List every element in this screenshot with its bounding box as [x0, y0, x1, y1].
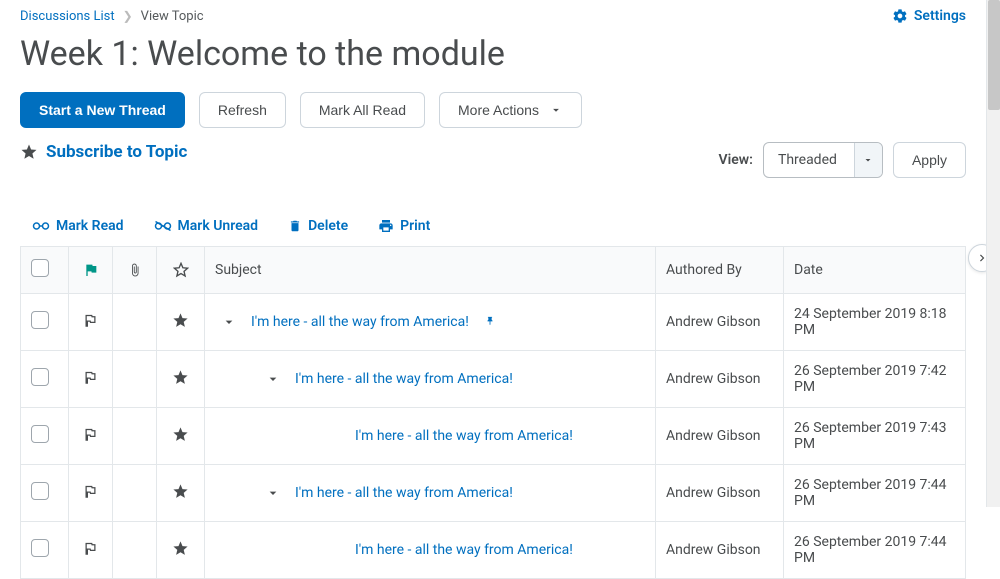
breadcrumb: Discussions List ❯ View Topic: [20, 9, 204, 24]
date-cell: 24 September 2019 8:18 PM: [784, 294, 966, 351]
subject-cell: I'm here - all the way from America!: [215, 485, 645, 501]
col-attachment: [113, 247, 157, 294]
view-select-value: Threaded: [764, 143, 854, 177]
print-link[interactable]: Print: [378, 218, 430, 234]
date-cell: 26 September 2019 7:43 PM: [784, 408, 966, 465]
star-outline-icon: [173, 262, 189, 278]
col-subject: Subject: [205, 247, 656, 294]
subscribe-label: Subscribe to Topic: [46, 142, 187, 162]
col-date: Date: [784, 247, 966, 294]
row-checkbox[interactable]: [31, 425, 49, 443]
date-cell: 26 September 2019 7:42 PM: [784, 351, 966, 408]
table-row: I'm here - all the way from America! Andr…: [21, 294, 966, 351]
chevron-down-icon: [854, 143, 882, 177]
bulk-actions: Mark Read Mark Unread Delete Print: [20, 218, 966, 246]
subscribe-toggle[interactable]: [172, 312, 189, 329]
view-select[interactable]: Threaded: [763, 142, 883, 178]
toolbar: Start a New Thread Refresh Mark All Read…: [20, 92, 966, 128]
author-cell: Andrew Gibson: [656, 465, 784, 522]
threads-table: Subject Authored By Date I'm here - all …: [20, 246, 966, 579]
subject-cell: I'm here - all the way from America!: [215, 542, 645, 558]
col-subscribe: [157, 247, 205, 294]
author-cell: Andrew Gibson: [656, 408, 784, 465]
col-author: Authored By: [656, 247, 784, 294]
flag-icon: [83, 262, 99, 278]
subject-cell: I'm here - all the way from America!: [215, 314, 645, 330]
author-cell: Andrew Gibson: [656, 294, 784, 351]
table-row: I'm here - all the way from America! Andr…: [21, 465, 966, 522]
row-checkbox[interactable]: [31, 539, 49, 557]
trash-icon: [288, 218, 302, 234]
subscribe-toggle[interactable]: [172, 540, 189, 557]
breadcrumb-separator-icon: ❯: [123, 9, 133, 23]
view-label: View:: [719, 152, 753, 168]
select-all-checkbox[interactable]: [31, 259, 49, 277]
subscribe-toggle[interactable]: [172, 483, 189, 500]
chevron-down-icon: [549, 103, 563, 117]
scrollbar-thumb[interactable]: [988, 0, 1000, 110]
row-checkbox[interactable]: [31, 368, 49, 386]
thread-link[interactable]: I'm here - all the way from America!: [295, 371, 513, 387]
table-row: I'm here - all the way from America! Andr…: [21, 522, 966, 579]
glasses-icon: [32, 219, 50, 233]
subject-cell: I'm here - all the way from America!: [215, 371, 645, 387]
thread-link[interactable]: I'm here - all the way from America!: [355, 542, 573, 558]
breadcrumb-root-link[interactable]: Discussions List: [20, 9, 115, 24]
table-row: I'm here - all the way from America! Andr…: [21, 408, 966, 465]
thread-link[interactable]: I'm here - all the way from America!: [295, 485, 513, 501]
page-title: Week 1: Welcome to the module: [20, 34, 966, 74]
gear-icon: [892, 8, 908, 24]
printer-icon: [378, 218, 394, 234]
flag-toggle[interactable]: [83, 313, 98, 328]
breadcrumb-current: View Topic: [141, 9, 204, 24]
flag-toggle[interactable]: [83, 484, 98, 499]
refresh-button[interactable]: Refresh: [199, 92, 286, 128]
settings-link[interactable]: Settings: [892, 8, 966, 24]
more-actions-label: More Actions: [458, 102, 539, 118]
row-checkbox[interactable]: [31, 311, 49, 329]
more-actions-button[interactable]: More Actions: [439, 92, 582, 128]
mark-read-link[interactable]: Mark Read: [32, 218, 124, 234]
scrollbar[interactable]: [986, 0, 1000, 507]
subscribe-toggle[interactable]: [172, 426, 189, 443]
expand-thread-button[interactable]: [265, 371, 281, 387]
table-row: I'm here - all the way from America! Andr…: [21, 351, 966, 408]
author-cell: Andrew Gibson: [656, 351, 784, 408]
delete-link[interactable]: Delete: [288, 218, 348, 234]
start-thread-button[interactable]: Start a New Thread: [20, 92, 185, 128]
expand-thread-button[interactable]: [265, 485, 281, 501]
mark-all-read-button[interactable]: Mark All Read: [300, 92, 425, 128]
subscribe-toggle[interactable]: [172, 369, 189, 386]
date-cell: 26 September 2019 7:44 PM: [784, 522, 966, 579]
settings-label: Settings: [914, 8, 966, 24]
paperclip-icon: [128, 262, 142, 278]
subject-cell: I'm here - all the way from America!: [215, 428, 645, 444]
apply-button[interactable]: Apply: [893, 142, 966, 178]
star-icon: [20, 143, 38, 161]
date-cell: 26 September 2019 7:44 PM: [784, 465, 966, 522]
flag-toggle[interactable]: [83, 370, 98, 385]
flag-toggle[interactable]: [83, 427, 98, 442]
thread-link[interactable]: I'm here - all the way from America!: [251, 314, 469, 330]
row-checkbox[interactable]: [31, 482, 49, 500]
thread-link[interactable]: I'm here - all the way from America!: [355, 428, 573, 444]
mark-unread-link[interactable]: Mark Unread: [154, 218, 259, 234]
col-select: [21, 247, 69, 294]
glasses-slash-icon: [154, 219, 172, 233]
expand-thread-button[interactable]: [221, 314, 237, 330]
view-controls: View: Threaded Apply: [719, 142, 966, 178]
pin-icon: [483, 314, 495, 330]
flag-toggle[interactable]: [83, 541, 98, 556]
col-flag[interactable]: [69, 247, 113, 294]
subscribe-link[interactable]: Subscribe to Topic: [20, 142, 187, 162]
author-cell: Andrew Gibson: [656, 522, 784, 579]
